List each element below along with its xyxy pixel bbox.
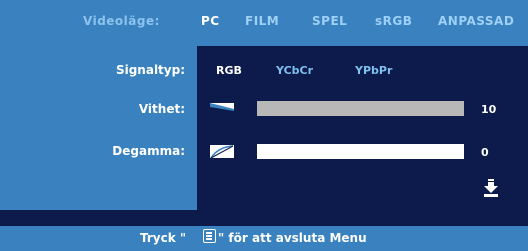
degamma-value: 0 — [481, 146, 489, 159]
settings-label-panel: Signaltyp: Vithet: Degamma: — [0, 46, 197, 210]
degamma-slider[interactable] — [257, 144, 464, 159]
whiteness-label: Vithet: — [138, 102, 185, 116]
mode-spel[interactable]: SPEL — [312, 14, 347, 28]
menu-icon — [203, 229, 216, 243]
mode-srgb[interactable]: sRGB — [375, 14, 412, 28]
mode-pc[interactable]: PC — [201, 14, 220, 28]
signal-option-ycbcr[interactable]: YCbCr — [276, 64, 313, 77]
degamma-curve-icon — [210, 145, 234, 159]
signal-option-rgb[interactable]: RGB — [216, 64, 242, 77]
mode-anpassad[interactable]: ANPASSAD — [438, 14, 514, 28]
footer-separator — [0, 210, 528, 226]
whiteness-slider[interactable] — [257, 101, 464, 116]
signal-type-label: Signaltyp: — [115, 63, 185, 77]
video-mode-header: Videoläge: PC FILM SPEL sRGB ANPASSAD — [0, 0, 528, 46]
scroll-down-arrow-icon[interactable] — [484, 179, 498, 197]
whiteness-icon — [210, 103, 234, 115]
video-mode-label: Videoläge: — [83, 14, 160, 28]
whiteness-value: 10 — [481, 103, 497, 116]
footer-prefix: Tryck " — [140, 231, 187, 245]
footer-suffix: " för att avsluta Menu — [218, 231, 367, 245]
mode-film[interactable]: FILM — [245, 14, 279, 28]
degamma-label: Degamma: — [112, 144, 185, 158]
signal-option-ypbpr[interactable]: YPbPr — [355, 64, 392, 77]
